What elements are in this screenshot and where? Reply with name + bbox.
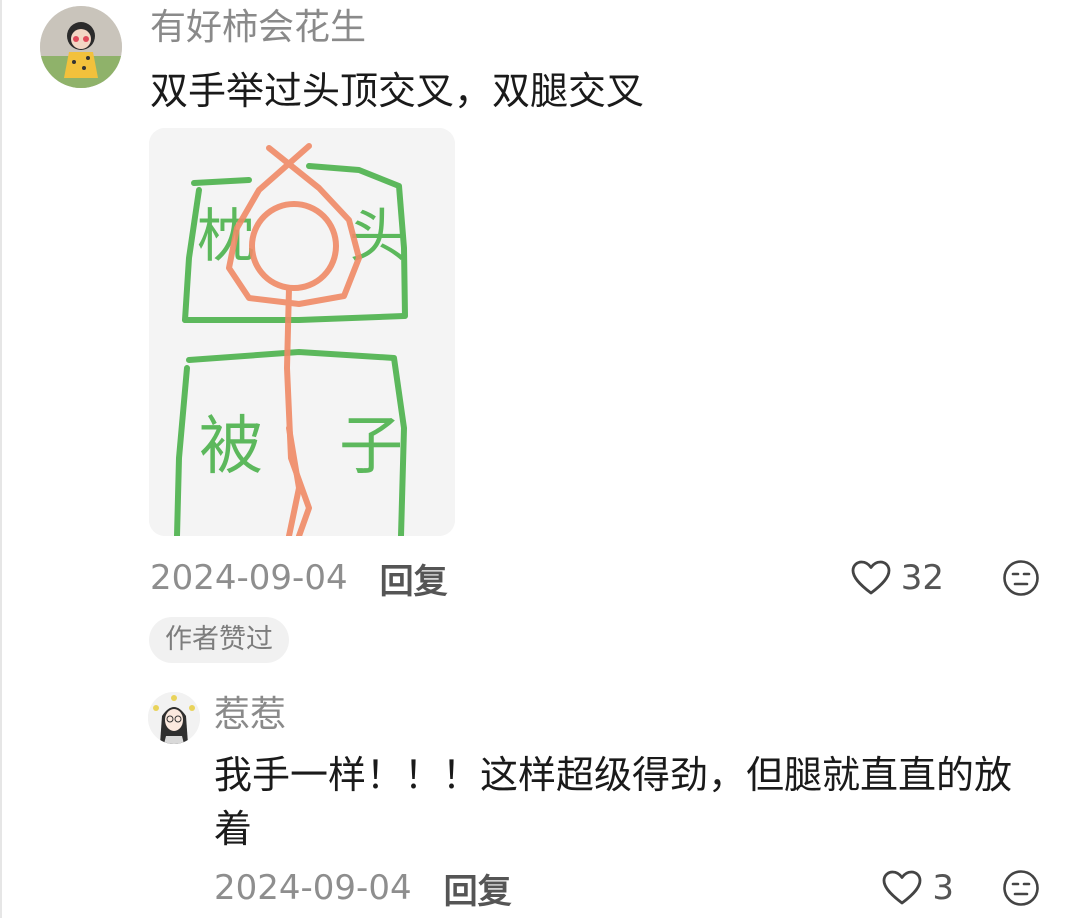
neutral-face-icon[interactable]: [1002, 869, 1040, 907]
comment-content: 双手举过头顶交叉，双腿交叉: [150, 69, 645, 113]
avatar[interactable]: [40, 6, 122, 88]
comment-username[interactable]: 有好柿会花生: [150, 6, 366, 50]
comment-thread: 有好柿会花生 双手举过头顶交叉，双腿交叉 枕 头 被 子 2024-09-04 …: [0, 0, 1080, 918]
neutral-face-icon[interactable]: [1002, 559, 1040, 597]
avatar-girl-drawing: [148, 692, 200, 744]
avatar-girl-image: [40, 6, 122, 88]
blanket-label-2: 子: [339, 410, 403, 484]
comment-date: 2024-09-04: [150, 558, 348, 598]
comment-meta: 2024-09-04 回复 32: [150, 554, 1040, 603]
reply-button[interactable]: 回复: [380, 554, 448, 603]
reply-reply-button[interactable]: 回复: [444, 864, 512, 913]
reply-avatar[interactable]: [148, 692, 200, 744]
reply-date: 2024-09-04: [214, 868, 412, 908]
like-button[interactable]: 32: [851, 558, 944, 598]
comment-image[interactable]: 枕 头 被 子: [149, 128, 455, 536]
reply-content: 我手一样！！！这样超级得劲，但腿就直直的放着: [214, 753, 1013, 851]
blanket-label-1: 被: [199, 410, 263, 484]
author-liked-badge: 作者赞过: [149, 617, 289, 663]
reply-like-button[interactable]: 3: [882, 868, 954, 908]
heart-outline-icon: [882, 870, 922, 905]
reply-like-count: 3: [932, 868, 954, 908]
reply-username[interactable]: 惹惹: [214, 692, 286, 738]
sleeping-pose-drawing: 枕 头 被 子: [149, 128, 455, 536]
heart-outline-icon: [851, 560, 891, 595]
like-count: 32: [900, 558, 944, 598]
reply-meta: 2024-09-04 回复 3: [214, 864, 1040, 913]
